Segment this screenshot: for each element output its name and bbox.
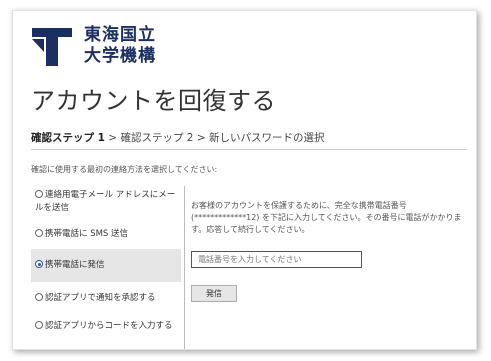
breadcrumb-separator: > xyxy=(193,132,209,144)
breadcrumb-step3: 新しいパスワードの選択 xyxy=(208,132,325,144)
option-authenticator-notify[interactable]: 認証アプリで通知を承認する xyxy=(31,287,181,310)
option-label: 携帯電話に発信 xyxy=(45,260,105,270)
vertical-divider xyxy=(184,186,185,349)
phone-instructions: お客様のアカウントを保護するために、完全な携帯電話番号 (***********… xyxy=(191,201,462,234)
logo-text: 東海国立 大学機構 xyxy=(84,25,156,67)
radio-button[interactable] xyxy=(35,321,43,329)
logo-text-line2: 大学機構 xyxy=(84,46,156,66)
university-logo-icon xyxy=(32,28,72,66)
phone-number-input[interactable] xyxy=(191,251,362,268)
option-label: 認証アプリで通知を承認する xyxy=(45,293,156,303)
page-title: アカウントを回復する xyxy=(31,87,276,115)
breadcrumb-divider xyxy=(31,149,467,150)
radio-button[interactable] xyxy=(35,190,43,198)
option-sms[interactable]: 携帯電話に SMS 送信 xyxy=(31,223,181,246)
option-label: 連絡用電子メール アドレスにメールを送信 xyxy=(35,190,176,213)
recovery-card: 東海国立 大学機構 アカウントを回復する 確認ステップ 1 > 確認ステップ 2… xyxy=(12,10,477,350)
option-email[interactable]: 連絡用電子メール アドレスにメールを送信 xyxy=(31,184,181,220)
step-breadcrumb: 確認ステップ 1 > 確認ステップ 2 > 新しいパスワードの選択 xyxy=(31,130,324,145)
contact-method-list: 連絡用電子メール アドレスにメールを送信 携帯電話に SMS 送信 携帯電話に発… xyxy=(31,184,181,338)
option-phone-call[interactable]: 携帯電話に発信 xyxy=(31,249,181,282)
breadcrumb-step2: 確認ステップ 2 xyxy=(120,132,194,144)
radio-button[interactable] xyxy=(35,293,43,301)
option-authenticator-code[interactable]: 認証アプリからコードを入力する xyxy=(31,315,181,338)
radio-button-selected[interactable] xyxy=(35,260,43,268)
university-logo: 東海国立 大学機構 xyxy=(32,25,172,69)
breadcrumb-step1: 確認ステップ 1 xyxy=(31,132,105,144)
option-label: 認証アプリからコードを入力する xyxy=(45,321,173,331)
call-button[interactable]: 発信 xyxy=(191,285,237,302)
logo-text-line1: 東海国立 xyxy=(84,25,156,45)
option-label: 携帯電話に SMS 送信 xyxy=(45,229,129,239)
instruction-text: 確認に使用する最初の連絡方法を選択してください: xyxy=(31,165,218,174)
radio-button[interactable] xyxy=(35,229,43,237)
breadcrumb-separator: > xyxy=(104,132,121,144)
